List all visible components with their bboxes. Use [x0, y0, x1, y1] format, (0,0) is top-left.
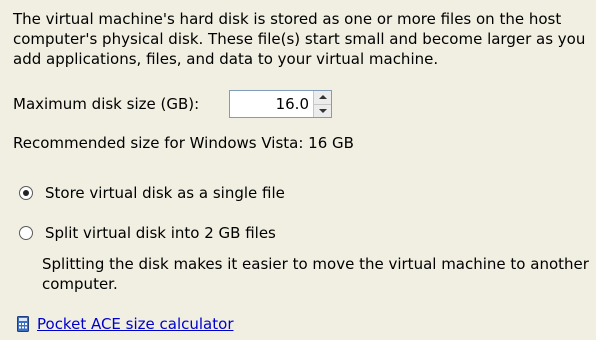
- intro-line-1: The virtual machine's hard disk is store…: [13, 10, 562, 28]
- disk-size-spinner[interactable]: [229, 90, 332, 118]
- recommended-size-text: Recommended size for Windows Vista: 16 G…: [13, 134, 354, 152]
- calculator-link-row[interactable]: Pocket ACE size calculator: [17, 315, 233, 333]
- disk-size-input[interactable]: [230, 91, 313, 117]
- single-file-radio[interactable]: [19, 186, 33, 200]
- intro-line-2: computer's physical disk. These file(s) …: [13, 30, 586, 48]
- calculator-link[interactable]: Pocket ACE size calculator: [37, 315, 233, 333]
- split-file-option[interactable]: Split virtual disk into 2 GB files: [19, 224, 276, 242]
- split-note-text: Splitting the disk makes it easier to mo…: [42, 254, 589, 294]
- split-file-label[interactable]: Split virtual disk into 2 GB files: [45, 224, 276, 242]
- arrow-down-icon: [318, 108, 327, 113]
- spinner-buttons: [313, 91, 331, 117]
- intro-text: The virtual machine's hard disk is store…: [13, 9, 593, 69]
- calculator-icon[interactable]: [17, 316, 29, 332]
- split-note-line-2: computer.: [42, 275, 118, 293]
- single-file-label[interactable]: Store virtual disk as a single file: [45, 184, 285, 202]
- disk-size-row: Maximum disk size (GB):: [13, 89, 332, 119]
- spinner-down-button[interactable]: [314, 104, 331, 117]
- arrow-up-icon: [318, 95, 327, 100]
- split-note-line-1: Splitting the disk makes it easier to mo…: [42, 255, 589, 273]
- disk-capacity-panel: The virtual machine's hard disk is store…: [0, 0, 596, 340]
- spinner-up-button[interactable]: [314, 91, 331, 105]
- disk-size-label: Maximum disk size (GB):: [13, 95, 200, 113]
- intro-line-3: add applications, files, and data to you…: [13, 50, 439, 68]
- split-file-radio[interactable]: [19, 226, 33, 240]
- single-file-option[interactable]: Store virtual disk as a single file: [19, 184, 285, 202]
